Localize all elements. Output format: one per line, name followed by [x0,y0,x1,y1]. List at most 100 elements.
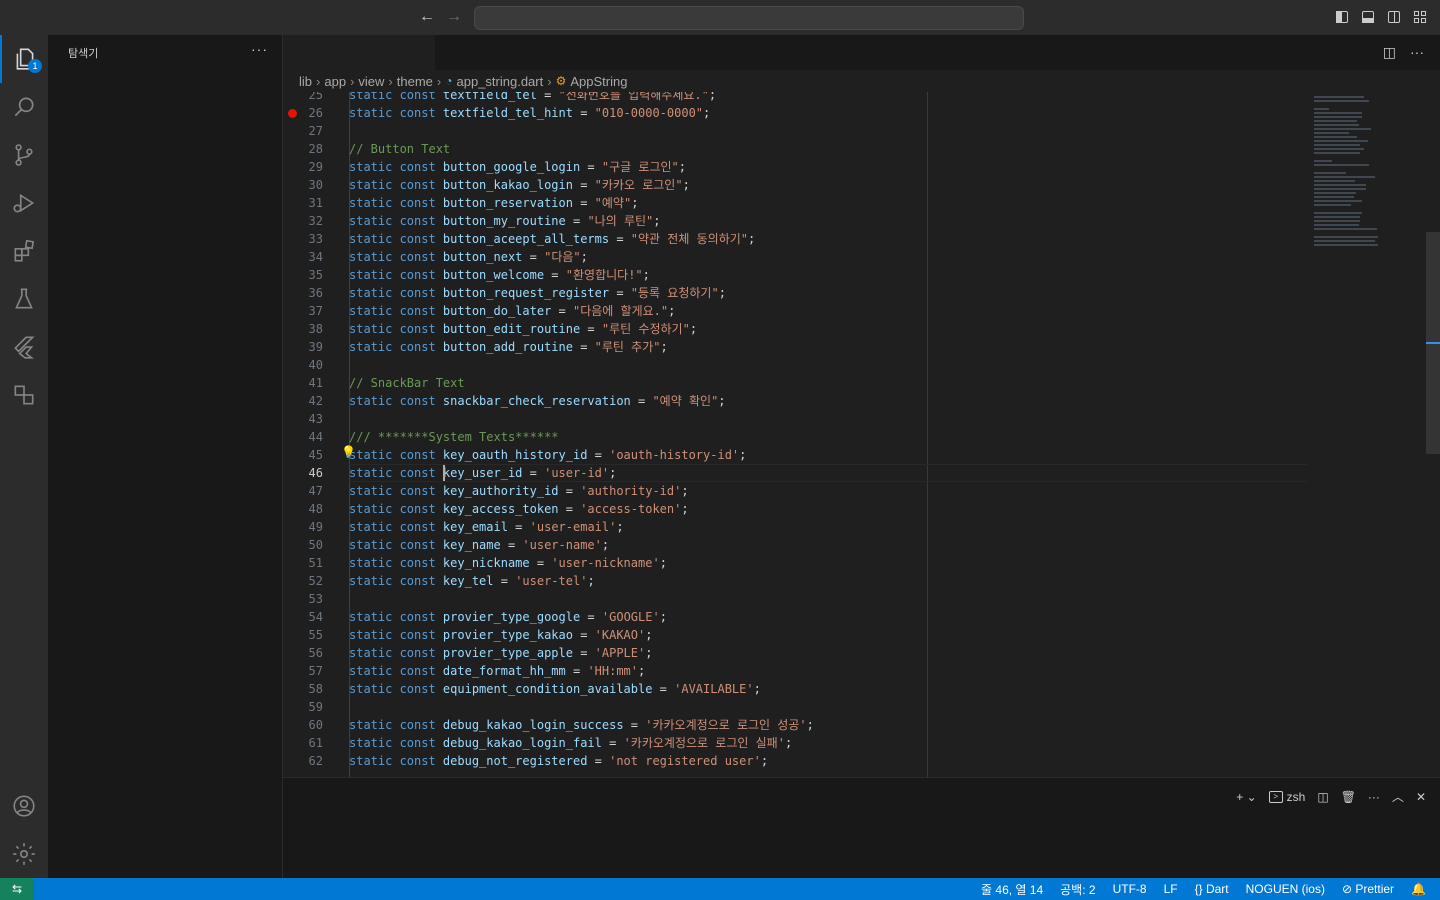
code-line[interactable]: static const button_kakao_login = "카카오 로… [349,176,690,194]
breakpoint-icon[interactable] [288,109,297,118]
code-line[interactable]: static const button_reservation = "예약"; [349,194,638,212]
line-number: 32 [308,214,323,228]
extensions-icon[interactable] [0,227,48,275]
code-line[interactable]: static const key_nickname = 'user-nickna… [349,554,667,572]
breadcrumb-item-app[interactable]: app [324,74,346,89]
testing-icon[interactable] [0,275,48,323]
code-token: 'KAKAO' [594,628,646,642]
code-line[interactable]: static const equipment_condition_availab… [349,680,761,698]
breadcrumb-item-class[interactable]: AppString [570,74,627,89]
code-line[interactable]: static const button_my_routine = "나의 루틴"… [349,212,661,230]
file-encoding[interactable]: UTF-8 [1113,882,1147,896]
code-editor[interactable]: 25 26 27 28 29 30 31 32 33 34 35 36 37 38 39 40 41 42 43 44… [283,92,1440,777]
code-line[interactable]: static const provier_type_apple = 'APPLE… [349,644,652,662]
customize-layout-icon[interactable] [1412,9,1428,25]
code-line[interactable]: static const textfield_tel = "전화번호를 입력해주… [349,92,716,104]
terminal-tab[interactable]: > zsh [1268,790,1305,804]
code-line[interactable]: static const snackbar_check_reservation … [349,392,726,410]
code-token: ; [587,574,595,588]
command-center-search[interactable] [474,6,1024,30]
source-control-icon[interactable] [0,131,48,179]
panel-more-icon[interactable]: ··· [1368,790,1380,804]
code-line[interactable]: static const date_format_hh_mm = 'HH:mm'… [349,662,645,680]
code-line[interactable]: static const button_google_login = "구글 로… [349,158,686,176]
code-line[interactable]: static const button_add_routine = "루틴 추가… [349,338,668,356]
toggle-panel-icon[interactable] [1360,9,1376,25]
toggle-secondary-sidebar-icon[interactable] [1386,9,1402,25]
line-number: 29 [308,160,323,174]
code-token: = [652,682,675,696]
language-mode[interactable]: {} Dart [1195,882,1229,896]
code-area[interactable]: static const textfield_tel = "전화번호를 입력해주… [341,92,1439,777]
end-of-line[interactable]: LF [1164,882,1178,896]
new-terminal-icon[interactable]: + ⌄ [1236,790,1256,804]
code-token: = [572,178,595,192]
editor-more-actions-icon[interactable]: ··· [1410,44,1424,61]
code-line[interactable]: static const key_email = 'user-email'; [349,518,624,536]
explorer-icon[interactable]: 1 [0,35,48,83]
code-line[interactable]: // Button Text [349,140,450,158]
maximize-panel-chevron-up-icon[interactable]: ︿ [1392,788,1404,805]
breadcrumb-item-view[interactable]: view [358,74,384,89]
sidebar-more-icon[interactable]: ··· [251,41,268,57]
code-line[interactable]: static const debug_kakao_login_fail = '카… [349,734,792,752]
search-icon[interactable] [0,83,48,131]
code-line[interactable]: static const key_access_token = 'access-… [349,500,689,518]
device-selector[interactable]: NOGUEN (ios) [1246,882,1325,896]
code-line[interactable]: static const button_welcome = "환영합니다!"; [349,266,650,284]
terminal-icon: > [1268,790,1283,803]
remote-explorer-icon[interactable] [0,371,48,419]
notifications-bell-icon[interactable]: 🔔 [1411,882,1426,896]
kill-terminal-trash-icon[interactable]: 🗑 [1341,790,1356,804]
toggle-primary-sidebar-icon[interactable] [1334,9,1350,25]
code-line[interactable]: static const debug_not_registered = 'not… [349,752,768,770]
indentation-setting[interactable]: 공백: 2 [1060,881,1095,898]
layout-controls [1334,9,1428,25]
code-line[interactable]: static const key_oauth_history_id = 'oau… [349,446,746,464]
close-panel-icon[interactable]: ✕ [1416,790,1426,804]
code-line[interactable]: static const textfield_tel_hint = "010-0… [349,104,710,122]
code-line[interactable]: static const key_name = 'user-name'; [349,536,609,554]
code-line[interactable]: static const button_edit_routine = "루틴 수… [349,320,697,338]
code-line[interactable]: static const provier_type_google = 'GOOG… [349,608,667,626]
code-token: = [572,106,595,120]
code-line[interactable]: static const key_tel = 'user-tel'; [349,572,595,590]
code-line[interactable]: static const key_authority_id = 'authori… [349,482,689,500]
code-token: // SnackBar Text [349,376,465,390]
back-arrow-icon[interactable]: ← [418,8,436,26]
line-number: 46 [308,466,323,480]
editor-tab-active[interactable] [283,35,435,70]
code-token: ; [784,736,793,750]
minimap-line [1314,100,1369,102]
code-token: = [572,628,595,642]
code-line[interactable]: static const debug_kakao_login_success =… [349,716,814,734]
breadcrumb-item-lib[interactable]: lib [299,74,312,89]
remote-indicator-icon[interactable]: ⇆ [0,878,34,900]
code-line[interactable]: // SnackBar Text [349,374,465,392]
minimap[interactable] [1310,92,1425,777]
code-line[interactable]: /// *******System Texts****** [349,428,559,446]
code-line[interactable]: static const provier_type_kakao = 'KAKAO… [349,626,652,644]
code-token: static const [349,448,443,462]
run-and-debug-icon[interactable] [0,179,48,227]
breadcrumb: lib › app › view › theme › ◔ app_string.… [283,70,1440,92]
cursor-position[interactable]: 줄 46, 열 14 [981,881,1043,898]
breadcrumb-item-theme[interactable]: theme [397,74,433,89]
split-editor-icon[interactable]: ◫ [1383,44,1396,61]
code-token: button_add_routine [442,340,573,354]
breadcrumb-item-file[interactable]: app_string.dart [457,74,544,89]
code-line[interactable]: static const button_do_later = "다음에 할게요.… [349,302,675,320]
prettier-status[interactable]: ⊘ Prettier [1342,882,1394,896]
accounts-icon[interactable] [0,782,48,830]
lightbulb-icon[interactable]: 💡 [341,445,356,459]
code-line[interactable]: static const button_request_register = "… [349,284,726,302]
line-number: 35 [308,268,323,282]
code-line[interactable]: static const button_aceept_all_terms = "… [349,230,755,248]
code-token: ; [601,538,610,552]
flutter-icon[interactable] [0,323,48,371]
forward-arrow-icon[interactable]: → [445,8,463,26]
settings-gear-icon[interactable] [0,830,48,878]
code-token: equipment_condition_available [442,682,653,696]
split-terminal-icon[interactable]: ◫ [1317,790,1328,804]
code-line[interactable]: static const button_next = "다음"; [349,248,588,266]
